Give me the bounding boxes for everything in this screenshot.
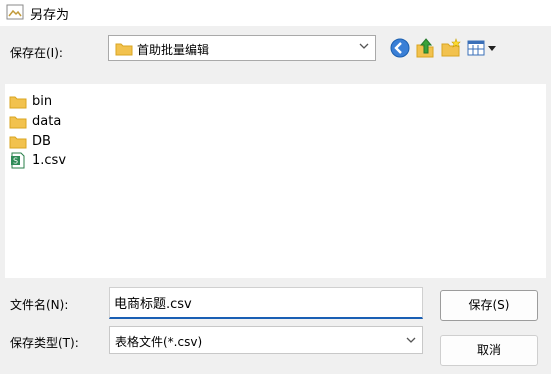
window-title: 另存为 [30, 8, 70, 23]
spreadsheet-file-icon: S [11, 152, 25, 168]
svg-text:S: S [13, 156, 18, 165]
folder-icon [9, 96, 27, 108]
list-item[interactable]: bin [9, 92, 52, 110]
file-name: data [32, 113, 62, 129]
save-in-label: 保存在(I): [10, 46, 63, 60]
chevron-down-icon [406, 337, 416, 343]
folder-icon [9, 116, 27, 128]
list-item[interactable]: S 1.csv [9, 151, 66, 169]
filename-input[interactable] [109, 287, 423, 319]
filetype-dropdown[interactable]: 表格文件(*.csv) [109, 326, 423, 354]
back-icon[interactable] [389, 37, 411, 59]
folder-icon [115, 43, 133, 56]
save-in-dropdown[interactable]: 首助批量编辑 [108, 35, 376, 61]
filetype-value: 表格文件(*.csv) [115, 335, 203, 349]
folder-icon [9, 136, 27, 148]
filename-label: 文件名(N): [10, 298, 69, 312]
file-list[interactable]: bin data DB S 1.csv [5, 84, 546, 278]
save-button[interactable]: 保存(S) [440, 290, 538, 321]
new-folder-icon[interactable] [440, 37, 462, 59]
image-file-icon [6, 4, 24, 20]
list-item[interactable]: DB [9, 132, 51, 150]
list-item[interactable]: data [9, 112, 61, 130]
chevron-down-icon [359, 43, 369, 49]
title-bar: 另存为 [0, 0, 551, 26]
file-name: 1.csv [32, 152, 67, 168]
view-menu-icon[interactable] [466, 37, 498, 59]
file-name: bin [32, 93, 53, 109]
filetype-label: 保存类型(T): [10, 336, 79, 350]
up-folder-icon[interactable] [414, 37, 436, 59]
file-name: DB [32, 133, 51, 149]
cancel-button[interactable]: 取消 [440, 335, 538, 366]
current-folder: 首助批量编辑 [137, 43, 210, 57]
